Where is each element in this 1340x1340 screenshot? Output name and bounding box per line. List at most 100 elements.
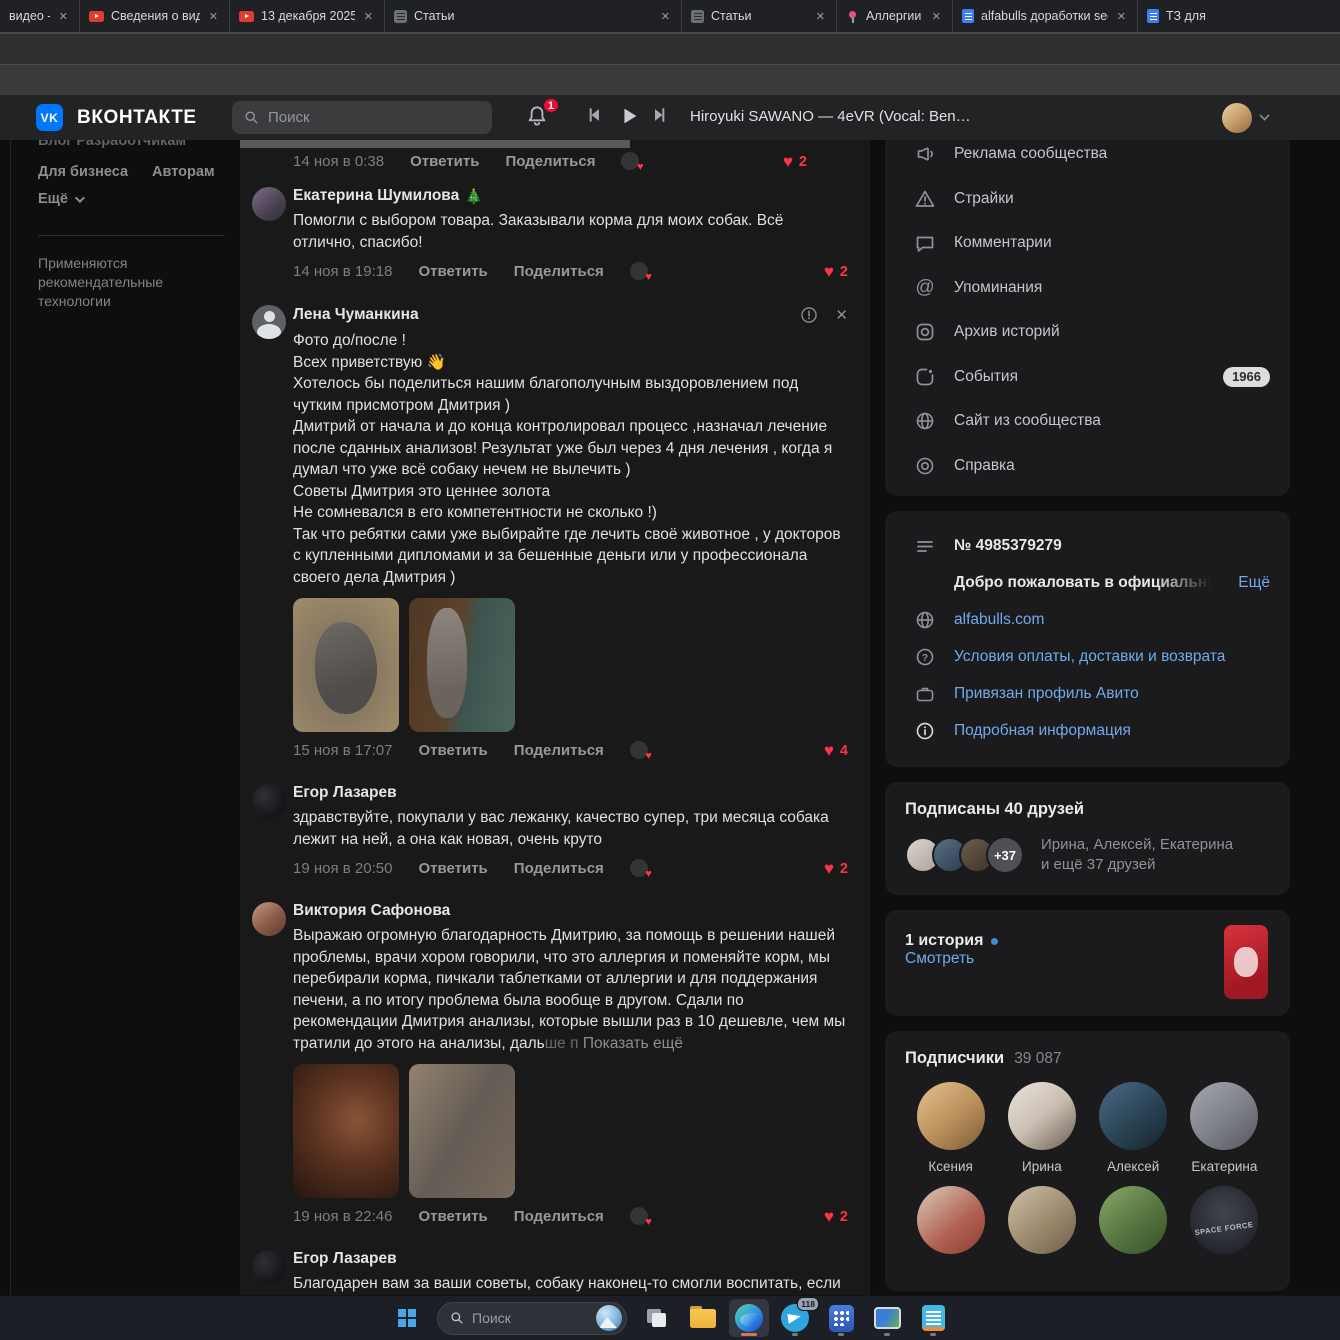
subscriber-avatar[interactable] xyxy=(1008,1186,1076,1254)
tab-close-icon[interactable]: ✕ xyxy=(207,10,220,23)
tab-close-icon[interactable]: ✕ xyxy=(930,10,943,23)
search-input[interactable] xyxy=(268,109,448,126)
now-playing-track[interactable]: Hiroyuki SAWANO — 4eVR (Vocal: Ben… xyxy=(690,108,1110,125)
reply-button[interactable]: Ответить xyxy=(418,742,487,759)
link-more[interactable]: Ещё xyxy=(38,191,228,207)
dog-photo[interactable] xyxy=(293,598,399,732)
detailed-info-link[interactable]: Подробная информация xyxy=(954,722,1131,740)
reply-button[interactable]: Ответить xyxy=(418,860,487,877)
user-avatar[interactable] xyxy=(1222,103,1252,133)
browser-tab[interactable]: Статьи ✕ xyxy=(682,0,837,32)
report-icon[interactable] xyxy=(799,305,819,325)
community-site-link[interactable]: alfabulls.com xyxy=(954,611,1044,629)
subscriber-avatar[interactable]: SPACE FORCE xyxy=(1190,1186,1258,1254)
dog-photo[interactable] xyxy=(293,1064,399,1198)
task-view-button[interactable] xyxy=(637,1299,677,1337)
menu-item-stories-archive[interactable]: Архив историй xyxy=(885,310,1290,355)
subscriber-name[interactable]: Ирина xyxy=(1022,1159,1062,1174)
friends-more-count[interactable]: +37 xyxy=(986,836,1024,874)
subscriber-avatar[interactable] xyxy=(1099,1082,1167,1150)
reply-button[interactable]: Ответить xyxy=(418,1208,487,1225)
menu-item-community-site[interactable]: Сайт из сообщества xyxy=(885,399,1290,444)
browser-tab[interactable]: 13 декабря 2025 г. - YouTub ✕ xyxy=(230,0,385,32)
player-next-button[interactable] xyxy=(650,105,670,125)
chevron-down-icon[interactable] xyxy=(1259,110,1269,120)
browser-tab[interactable]: alfabulls доработки seo - G ✕ xyxy=(953,0,1138,32)
dog-photo[interactable] xyxy=(409,598,515,732)
watch-story-link[interactable]: Смотреть xyxy=(905,950,974,967)
file-explorer-button[interactable] xyxy=(683,1299,723,1337)
player-previous-button[interactable] xyxy=(584,105,604,125)
comment-date[interactable]: 14 ноя в 19:18 xyxy=(293,263,392,280)
like-button[interactable]: ♥2 xyxy=(824,264,848,280)
like-button[interactable]: ♥2 xyxy=(783,154,807,170)
vk-search-bar[interactable] xyxy=(232,101,492,134)
photos-app-button[interactable] xyxy=(867,1299,907,1337)
commenter-name[interactable]: Лена Чуманкина xyxy=(293,306,419,324)
commenter-avatar[interactable] xyxy=(252,305,286,339)
share-button[interactable]: Поделиться xyxy=(514,1208,604,1225)
reply-button[interactable]: Ответить xyxy=(418,263,487,280)
menu-item-events[interactable]: События 1966 xyxy=(885,355,1290,400)
tab-close-icon[interactable]: ✕ xyxy=(57,10,70,23)
menu-item-mentions[interactable]: @ Упоминания xyxy=(885,266,1290,311)
comment-date[interactable]: 15 ноя в 17:07 xyxy=(293,742,392,759)
calculator-button[interactable] xyxy=(821,1299,861,1337)
comment-date[interactable]: 14 ноя в 0:38 xyxy=(293,153,384,170)
subscriber[interactable]: Ксения xyxy=(905,1082,996,1174)
notepad-button[interactable] xyxy=(913,1299,953,1337)
taskbar-search-input[interactable] xyxy=(472,1310,572,1326)
subscriber-avatar[interactable] xyxy=(917,1082,985,1150)
browser-tab[interactable]: ТЗ для xyxy=(1138,0,1340,32)
payment-terms-row[interactable]: ? Условия оплаты, доставки и возврата xyxy=(905,638,1270,675)
share-button[interactable]: Поделиться xyxy=(514,263,604,280)
vk-logo[interactable]: VK xyxy=(36,104,63,131)
subscriber-avatar[interactable] xyxy=(1099,1186,1167,1254)
commenter-name[interactable]: Екатерина Шумилова xyxy=(293,187,459,205)
subscriber[interactable]: Алексей xyxy=(1088,1082,1179,1174)
status-more-link[interactable]: Ещё xyxy=(1238,574,1270,592)
browser-tab[interactable]: видео - YouTub ✕ xyxy=(0,0,80,32)
edge-browser-button[interactable] xyxy=(729,1299,769,1337)
subscriber[interactable]: Ирина xyxy=(996,1082,1087,1174)
avito-profile-link[interactable]: Привязан профиль Авито xyxy=(954,685,1139,703)
link-for-business[interactable]: Для бизнеса xyxy=(38,164,128,180)
like-button[interactable]: ♥4 xyxy=(824,743,848,759)
menu-item-help[interactable]: Справка xyxy=(885,444,1290,489)
menu-item-strikes[interactable]: Страйки xyxy=(885,177,1290,222)
subscriber-name[interactable]: Алексей xyxy=(1107,1159,1159,1174)
subscriber-avatar[interactable] xyxy=(1008,1082,1076,1150)
community-site-row[interactable]: alfabulls.com xyxy=(905,601,1270,638)
show-more-link[interactable]: Показать ещё xyxy=(583,1035,683,1052)
subscriber[interactable] xyxy=(996,1186,1087,1254)
liker-avatar[interactable]: ♥ xyxy=(621,152,642,171)
payment-terms-link[interactable]: Условия оплаты, доставки и возврата xyxy=(954,648,1225,666)
player-play-button[interactable] xyxy=(618,105,640,127)
commenter-avatar[interactable] xyxy=(252,187,286,221)
subscriber-avatar[interactable] xyxy=(1190,1082,1258,1150)
subscriber[interactable]: SPACE FORCE xyxy=(1179,1186,1270,1254)
liker-avatar[interactable]: ♥ xyxy=(630,859,651,878)
comment-date[interactable]: 19 ноя в 22:46 xyxy=(293,1208,392,1225)
weather-widget-icon[interactable] xyxy=(596,1305,622,1331)
like-button[interactable]: ♥2 xyxy=(824,861,848,877)
commenter-avatar[interactable] xyxy=(252,784,286,818)
browser-tab[interactable]: Аллергии у американс ✕ xyxy=(837,0,953,32)
avito-profile-row[interactable]: Привязан профиль Авито xyxy=(905,675,1270,712)
telegram-button[interactable]: 118 xyxy=(775,1299,815,1337)
commenter-avatar[interactable] xyxy=(252,1250,286,1284)
start-button[interactable] xyxy=(387,1299,427,1337)
comment-date[interactable]: 19 ноя в 20:50 xyxy=(293,860,392,877)
commenter-name[interactable]: Егор Лазарев xyxy=(293,784,397,802)
menu-item-comments[interactable]: Комментарии xyxy=(885,221,1290,266)
subscriber[interactable] xyxy=(905,1186,996,1254)
tab-close-icon[interactable]: ✕ xyxy=(659,10,672,23)
browser-tab[interactable]: Статьи ✕ xyxy=(385,0,682,32)
subscriber[interactable]: Екатерина xyxy=(1179,1082,1270,1174)
share-button[interactable]: Поделиться xyxy=(505,153,595,170)
like-button[interactable]: ♥2 xyxy=(824,1209,848,1225)
liker-avatar[interactable]: ♥ xyxy=(630,741,651,760)
tab-close-icon[interactable]: ✕ xyxy=(814,10,827,23)
commenter-name[interactable]: Егор Лазарев xyxy=(293,1250,397,1268)
tab-close-icon[interactable]: ✕ xyxy=(362,10,375,23)
